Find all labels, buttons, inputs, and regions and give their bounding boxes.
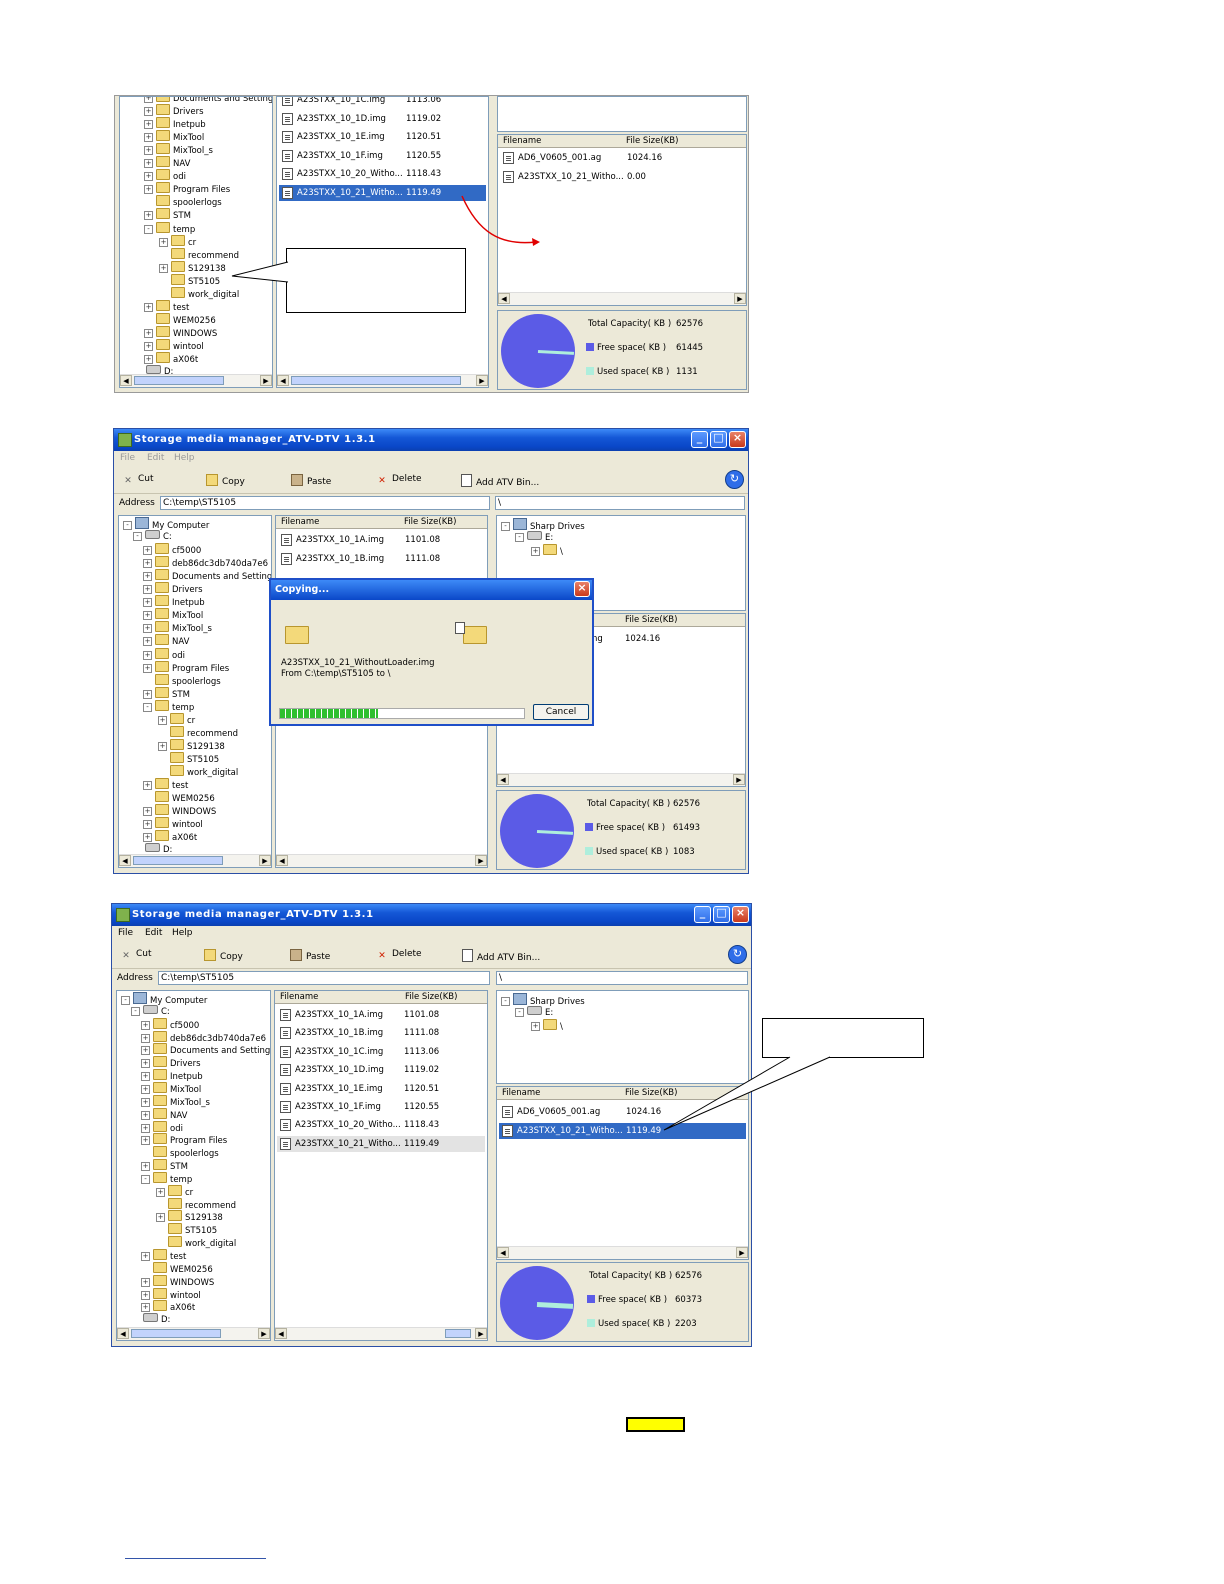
footer-rule <box>125 1558 266 1559</box>
highlight-marker <box>626 1417 685 1432</box>
panel3-annotations <box>663 1056 831 1131</box>
callout-pointer <box>663 1056 831 1131</box>
